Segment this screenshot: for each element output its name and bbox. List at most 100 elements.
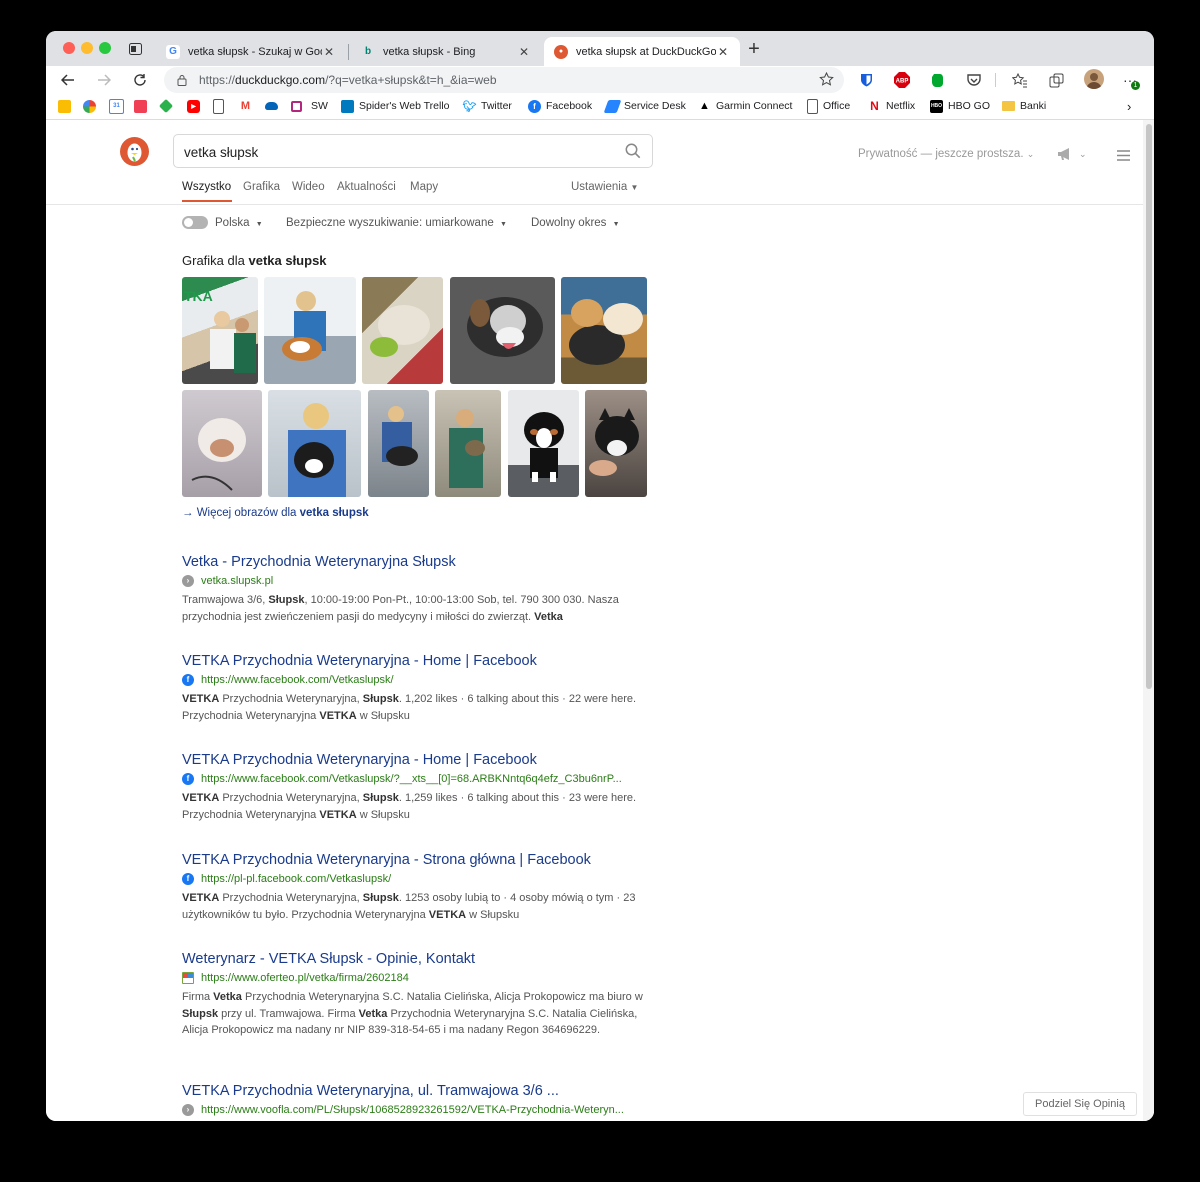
result-title-link[interactable]: VETKA Przychodnia Weterynaryjna - Home |… <box>182 750 652 770</box>
tab-duckduckgo[interactable]: ● vetka słupsk at DuckDuckGo ✕ <box>544 37 740 66</box>
result-title-link[interactable]: VETKA Przychodnia Weterynaryjna, ul. Tra… <box>182 1081 652 1101</box>
hbo-icon: HBO <box>930 99 943 113</box>
page-content: Wszystko Grafika Wideo Aktualności Mapy … <box>46 120 1154 1121</box>
result-title-link[interactable]: VETKA Przychodnia Weterynaryjna - Home |… <box>182 651 652 671</box>
image-thumbnail[interactable] <box>585 390 647 497</box>
duckduckgo-logo[interactable] <box>120 137 149 166</box>
maximize-window-button[interactable] <box>99 42 111 54</box>
bookmark-sw[interactable]: SW <box>311 98 328 114</box>
tab-videos[interactable]: Wideo <box>292 181 325 193</box>
bookmark-office[interactable]: Office <box>807 98 850 114</box>
search-input[interactable] <box>182 135 616 169</box>
bookmark-pinwheel[interactable] <box>83 98 101 114</box>
page-scrollbar[interactable] <box>1143 120 1154 1121</box>
image-thumbnail[interactable] <box>508 390 579 497</box>
result-url[interactable]: › vetka.slupsk.pl <box>182 572 652 590</box>
close-tab-icon[interactable]: ✕ <box>716 45 730 59</box>
bookmark-hbo-go[interactable]: HBO HBO GO <box>930 98 990 114</box>
tab-images[interactable]: Grafika <box>243 181 280 193</box>
bookmark-twitter[interactable]: 🐦︎ Twitter <box>463 98 512 114</box>
bookmark-service-desk[interactable]: Service Desk <box>603 98 686 114</box>
tab-actions-icon[interactable] <box>124 38 146 60</box>
region-toggle[interactable] <box>182 216 208 229</box>
back-button[interactable] <box>57 69 79 91</box>
collections-icon[interactable] <box>1047 71 1065 89</box>
bookmark-trello[interactable]: Spider's Web Trello <box>341 98 450 114</box>
minimize-window-button[interactable] <box>81 42 93 54</box>
bookmark-garmin[interactable]: ▲ Garmin Connect <box>698 98 792 114</box>
image-thumbnail[interactable] <box>268 390 361 497</box>
megaphone-icon <box>1058 148 1069 160</box>
result-url[interactable]: f https://www.facebook.com/Vetkaslupsk/?_… <box>182 770 652 788</box>
result-url[interactable]: f https://pl-pl.facebook.com/Vetkaslupsk/ <box>182 870 652 888</box>
image-thumbnail[interactable] <box>561 277 647 384</box>
result-url[interactable]: › https://www.voofla.com/PL/Słupsk/106852… <box>182 1101 652 1119</box>
image-thumbnail[interactable] <box>362 277 443 384</box>
image-thumbnail[interactable] <box>368 390 429 497</box>
trello-icon <box>341 99 354 113</box>
tab-google[interactable]: G vetka słupsk - Szukaj w Googl ✕ <box>156 37 346 66</box>
youtube-icon: ▶ <box>187 99 200 113</box>
feedback-button[interactable]: Podziel Się Opinią <box>1023 1092 1137 1116</box>
favorite-star-icon[interactable] <box>819 71 834 92</box>
image-thumbnail[interactable] <box>182 390 262 497</box>
bookmark-square[interactable] <box>291 98 307 114</box>
close-tab-icon[interactable]: ✕ <box>517 45 531 59</box>
more-images-link[interactable]: → Więcej obrazów dla vetka słupsk <box>182 507 369 519</box>
more-menu-icon[interactable]: ··· 1 <box>1121 71 1140 90</box>
pocket-icon[interactable] <box>965 71 983 89</box>
result-title-link[interactable]: VETKA Przychodnia Weterynaryjna - Strona… <box>182 850 652 870</box>
close-window-button[interactable] <box>63 42 75 54</box>
bitwarden-icon[interactable] <box>857 71 875 89</box>
image-thumbnail[interactable]: TKA <box>182 277 258 384</box>
hamburger-menu-icon[interactable] <box>1117 148 1130 166</box>
bookmark-youtube[interactable]: ▶ <box>187 98 205 114</box>
bookmark-document[interactable] <box>213 98 229 114</box>
bookmark-calendar[interactable]: 31 <box>109 98 129 114</box>
image-thumbnail[interactable] <box>264 277 356 384</box>
bookmark-banki[interactable]: Banki <box>1002 98 1046 114</box>
globe-icon: › <box>182 575 194 587</box>
new-tab-button[interactable]: + <box>743 38 765 60</box>
result-title-link[interactable]: Weterynarz - VETKA Słupsk - Opinie, Kont… <box>182 949 652 969</box>
bookmark-onedrive[interactable] <box>265 98 283 114</box>
forward-button[interactable] <box>93 69 115 91</box>
bookmark-notes[interactable] <box>58 98 76 114</box>
announcement-dropdown[interactable]: ⌄ <box>1057 147 1087 161</box>
bookmarks-overflow-icon[interactable]: › <box>1127 98 1131 114</box>
address-bar[interactable]: https://duckduckgo.com/?q=vetka+słupsk&t… <box>164 67 844 93</box>
bookmark-feedly[interactable] <box>158 98 176 114</box>
url-text: https://duckduckgo.com/?q=vetka+słupsk&t… <box>199 73 497 87</box>
bookmark-netflix[interactable]: N Netflix <box>868 98 915 114</box>
search-icon[interactable] <box>625 143 641 164</box>
time-filter[interactable]: Dowolny okres ▼ <box>531 217 620 229</box>
result-url[interactable]: https://www.oferteo.pl/vetka/firma/26021… <box>182 969 652 987</box>
tab-all[interactable]: Wszystko <box>182 181 231 193</box>
tab-maps[interactable]: Mapy <box>410 181 438 193</box>
netflix-icon: N <box>870 99 879 113</box>
tab-divider <box>348 44 349 60</box>
image-thumbnail[interactable] <box>450 277 555 384</box>
jira-icon <box>603 99 622 113</box>
adblock-plus-icon[interactable]: ABP <box>893 71 911 89</box>
bookmark-pocket[interactable] <box>134 98 152 114</box>
result-title-link[interactable]: Vetka - Przychodnia Weterynaryjna Słupsk <box>182 552 652 572</box>
image-thumbnail[interactable] <box>435 390 501 497</box>
privacy-dropdown[interactable]: Prywatność — jeszcze prostsza. ⌄ <box>858 148 1034 160</box>
region-filter[interactable]: Polska ▼ <box>215 217 263 229</box>
bookmark-gmail[interactable]: M <box>239 98 257 114</box>
bookmark-facebook[interactable]: f Facebook <box>528 98 592 114</box>
scrollbar-thumb[interactable] <box>1146 124 1152 689</box>
tab-news[interactable]: Aktualności <box>337 181 396 193</box>
reload-button[interactable] <box>129 69 151 91</box>
result-snippet: Firma Vetka Przychodnia Weterynaryjna S.… <box>182 991 643 1036</box>
safe-search-filter[interactable]: Bezpieczne wyszukiwanie: umiarkowane ▼ <box>286 217 507 229</box>
profile-avatar[interactable] <box>1084 69 1104 89</box>
result-url-text: https://www.voofla.com/PL/Słupsk/1068528… <box>201 1104 624 1116</box>
tab-bing[interactable]: b vetka słupsk - Bing ✕ <box>351 37 541 66</box>
favorites-icon[interactable] <box>1011 71 1029 89</box>
result-url[interactable]: f https://www.facebook.com/Vetkaslupsk/ <box>182 671 652 689</box>
evernote-icon[interactable] <box>929 71 947 89</box>
close-tab-icon[interactable]: ✕ <box>322 45 336 59</box>
settings-dropdown[interactable]: Ustawienia ▼ <box>571 181 638 193</box>
